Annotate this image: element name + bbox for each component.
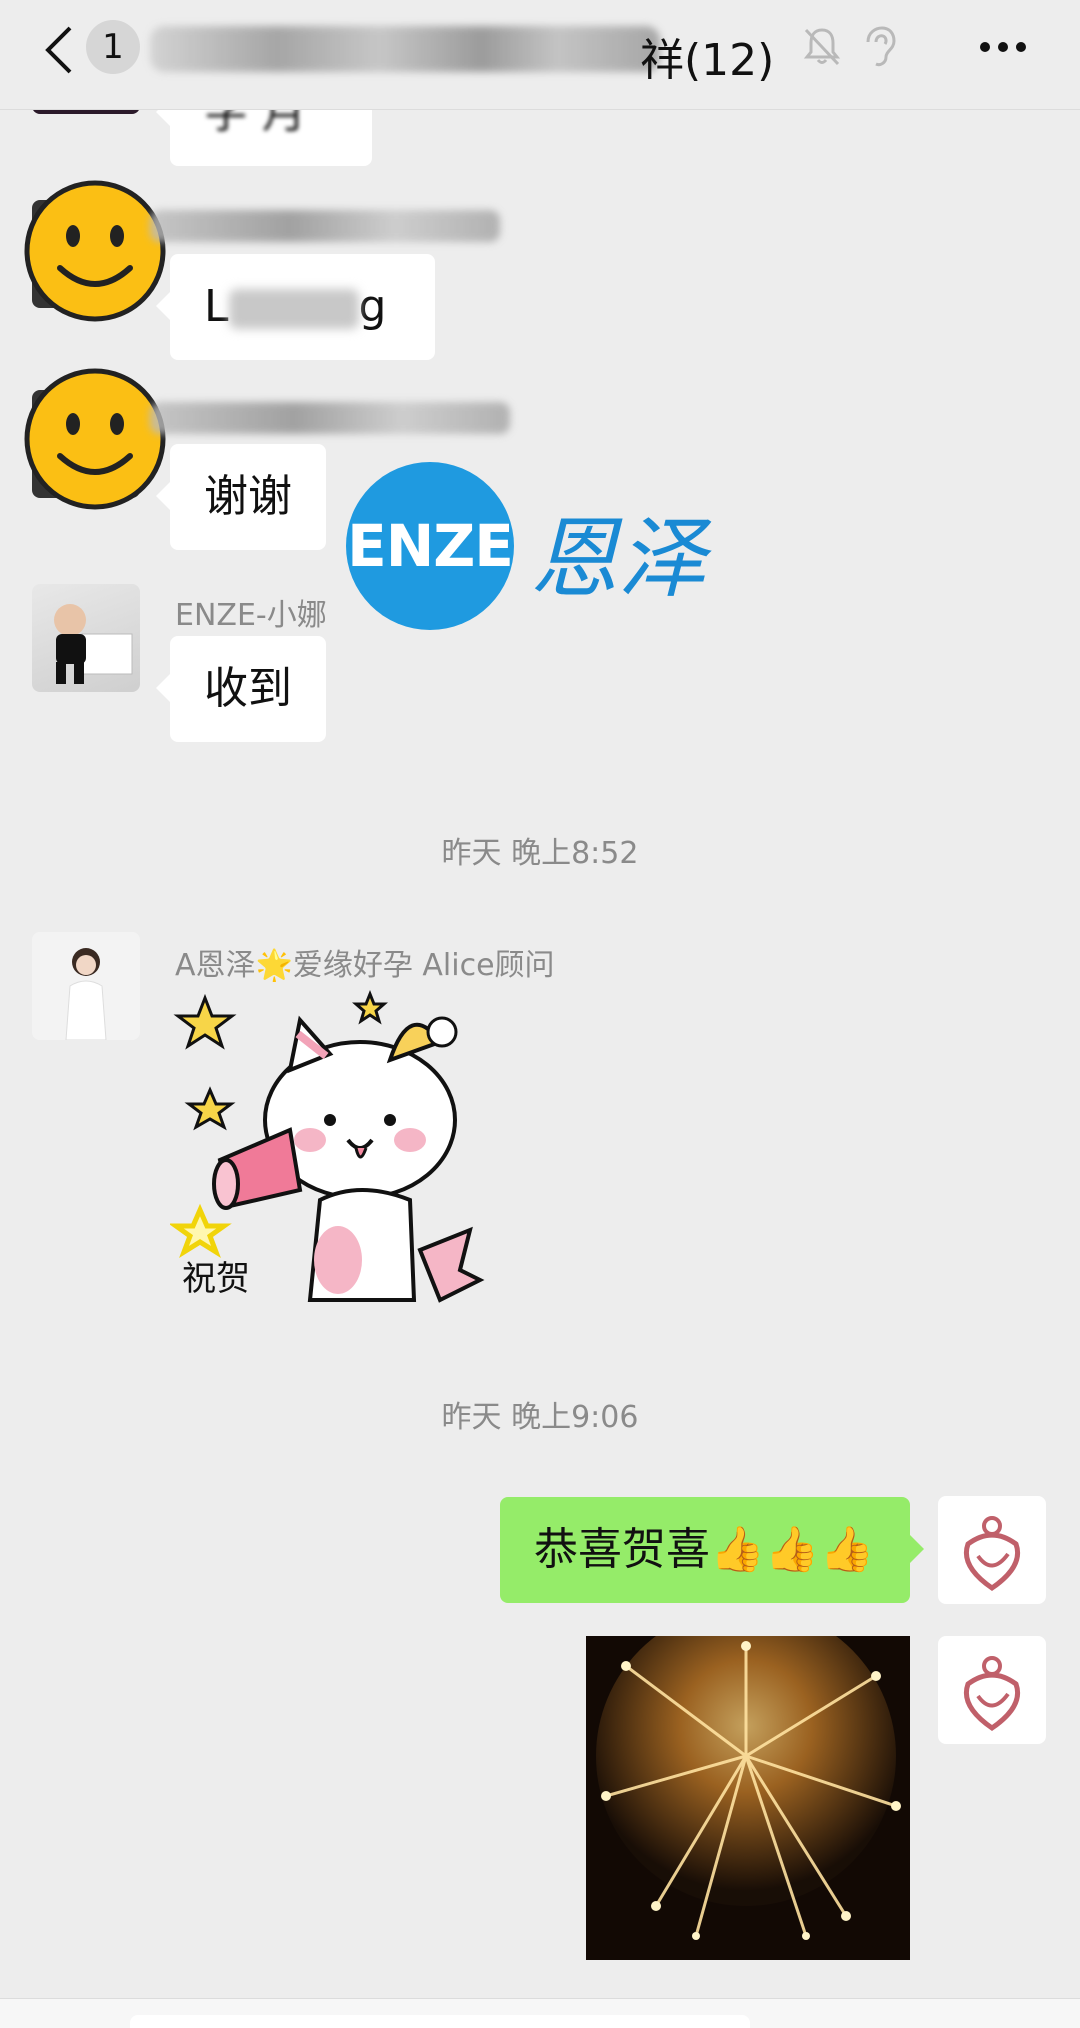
message-text: 恭喜贺喜👍👍👍 (534, 1524, 875, 1575)
message-input[interactable] (130, 2015, 750, 2028)
more-options-icon[interactable] (978, 40, 1028, 54)
heart-hands-logo-icon (964, 1656, 1020, 1732)
heart-hands-logo-icon (964, 1516, 1020, 1592)
sticker-caption: 祝贺 (182, 1260, 250, 1298)
timestamp: 昨天 晚上9:06 (441, 1400, 639, 1435)
smiley-face-icon (24, 180, 166, 322)
message-text-prefix: L (204, 281, 229, 332)
avatar-self[interactable] (938, 1636, 1046, 1744)
sender-name-redacted (150, 402, 510, 434)
fireworks-image[interactable] (586, 1636, 910, 1960)
sender-name-redacted (150, 210, 500, 242)
unread-count-badge[interactable]: 1 (86, 20, 140, 74)
mute-bell-icon (803, 28, 841, 66)
message-bubble[interactable]: 收到 (156, 636, 326, 742)
avatar-self[interactable] (938, 1496, 1046, 1604)
avatar[interactable] (32, 932, 140, 1040)
message-bubble[interactable]: 谢谢 (156, 444, 326, 550)
redacted-text (228, 289, 359, 329)
top-bar: 1 祥(12) (0, 0, 1080, 110)
sender-name: ENZE-小娜 (175, 598, 327, 633)
timestamp: 昨天 晚上8:52 (441, 836, 639, 871)
enze-logo-watermark: ENZE (346, 462, 514, 630)
message-text-suffix: g (358, 281, 387, 332)
message-bubble[interactable]: Lg (156, 254, 435, 360)
person-photo-icon (32, 932, 140, 1040)
chat-title-redacted (150, 26, 660, 72)
message-bubble-self[interactable]: 恭喜贺喜👍👍👍 (500, 1497, 924, 1603)
baby-photo-icon (54, 604, 133, 684)
congratulation-sticker[interactable]: 祝贺 (170, 980, 490, 1306)
back-arrow-icon[interactable] (40, 22, 80, 78)
message-text: 谢谢 (204, 471, 292, 522)
sender-name: A恩泽🌟爱缘好孕 Alice顾问 (175, 948, 555, 983)
chat-title: 祥(12) (640, 35, 775, 86)
avatar[interactable] (32, 584, 140, 692)
smiley-face-icon (24, 368, 166, 510)
earpiece-mode-icon (866, 26, 896, 67)
input-bar (0, 1998, 1080, 2028)
message-text: 收到 (204, 663, 292, 714)
enze-brand-watermark: 恩泽 (530, 507, 707, 610)
